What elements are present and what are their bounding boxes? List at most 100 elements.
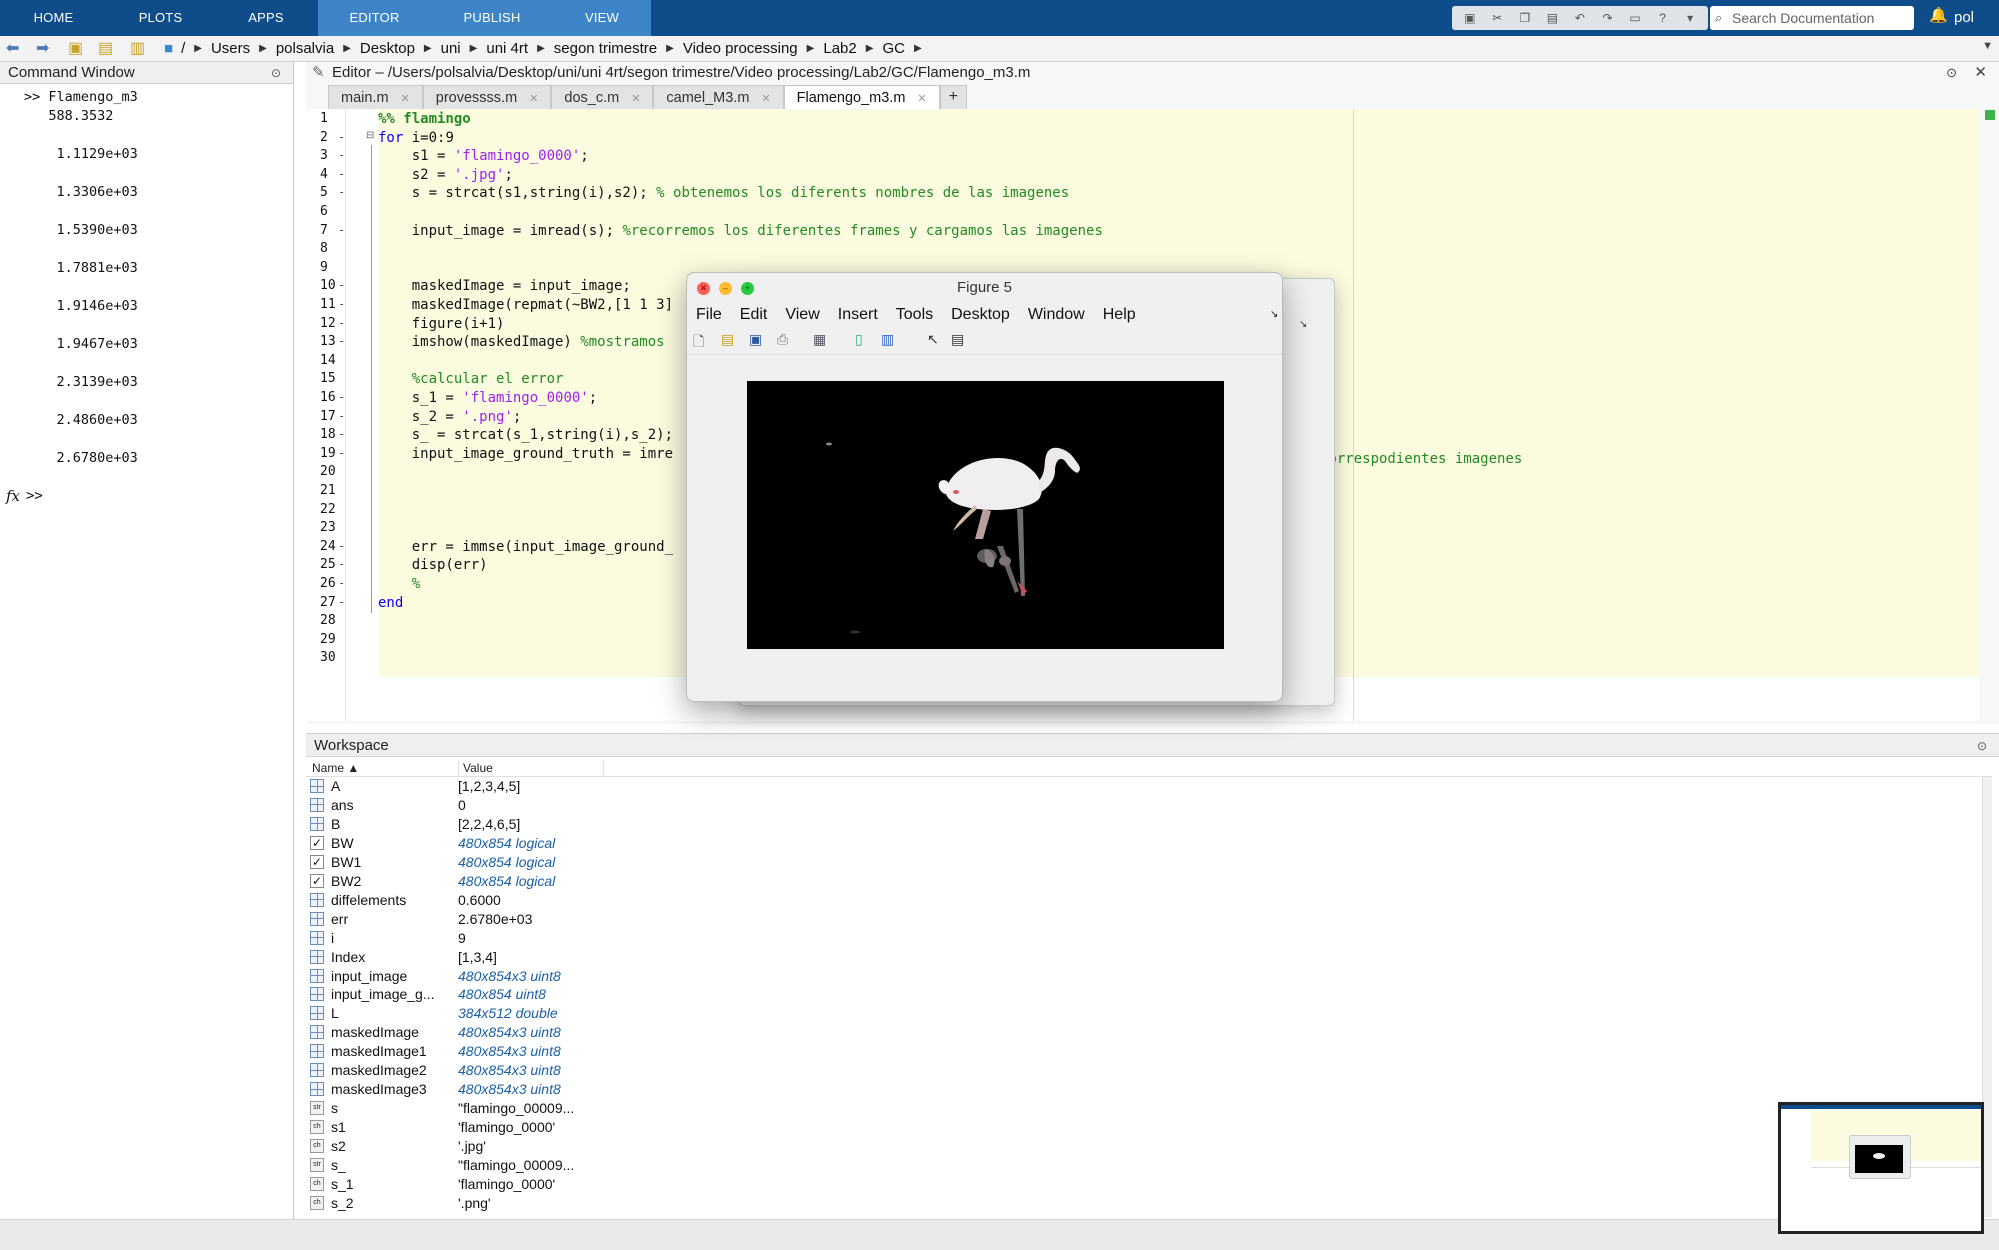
new-tab-button[interactable]: +: [939, 85, 967, 109]
close-tab-icon[interactable]: ✕: [631, 93, 640, 105]
code-line[interactable]: s = strcat(s1,string(i),s2); % obtenemos…: [378, 185, 1069, 201]
paste-icon[interactable]: ▤: [1542, 11, 1562, 25]
breadcrumb-item[interactable]: Desktop: [360, 40, 415, 57]
zoom-window-button[interactable]: +: [741, 282, 754, 295]
minimize-window-button[interactable]: –: [719, 282, 732, 295]
breakpoint-marker[interactable]: -: [338, 409, 345, 423]
code-line[interactable]: for i=0:9: [378, 130, 454, 146]
code-line[interactable]: end: [378, 595, 403, 611]
menu-file[interactable]: File: [687, 303, 731, 327]
breakpoint-marker[interactable]: -: [338, 223, 345, 237]
code-line[interactable]: imshow(maskedImage) %mostramos: [378, 334, 665, 350]
workspace-row[interactable]: ✓ BW2 480x854 logical: [306, 872, 1006, 891]
workspace-row[interactable]: ch s2 '.jpg': [306, 1137, 1006, 1156]
menu-view[interactable]: View: [776, 303, 828, 327]
breakpoint-marker[interactable]: -: [338, 167, 345, 181]
back-arrow-icon[interactable]: ⬅: [6, 38, 19, 58]
image-axes[interactable]: [747, 381, 1224, 649]
breakpoint-marker[interactable]: -: [338, 557, 345, 571]
tab-plots[interactable]: PLOTS: [107, 0, 214, 36]
close-tab-icon[interactable]: ✕: [917, 93, 926, 105]
close-icon[interactable]: ✕: [1974, 62, 1987, 84]
workspace-row[interactable]: maskedImage3 480x854x3 uint8: [306, 1080, 1006, 1099]
workspace-row[interactable]: i9: [306, 929, 1006, 948]
find-folder-icon[interactable]: ▥: [130, 38, 145, 58]
legend-icon[interactable]: ▥: [881, 331, 894, 348]
tab-home[interactable]: HOME: [0, 0, 107, 36]
tab-publish[interactable]: PUBLISH: [431, 0, 553, 36]
workspace-row[interactable]: Index [1,3,4]: [306, 948, 1006, 967]
menu-help[interactable]: Help: [1094, 303, 1145, 327]
code-line[interactable]: %: [378, 576, 420, 592]
editor-tab[interactable]: dos_c.m ✕: [551, 85, 654, 109]
colorbar-icon[interactable]: ▯: [855, 331, 863, 348]
code-analyzer-ok-icon[interactable]: [1985, 110, 1995, 120]
breakpoint-marker[interactable]: -: [338, 390, 345, 404]
menu-tools[interactable]: Tools: [887, 303, 942, 327]
close-tab-icon[interactable]: ✕: [529, 93, 538, 105]
cut-icon[interactable]: ✂: [1487, 11, 1507, 25]
new-figure-icon[interactable]: 🗋: [693, 331, 704, 355]
breadcrumb-item[interactable]: Lab2: [823, 40, 856, 57]
panel-options-icon[interactable]: ⊙: [1946, 62, 1957, 84]
workspace-row[interactable]: ch s_1 'flamingo_0000': [306, 1175, 1006, 1194]
breakpoint-marker[interactable]: -: [338, 185, 345, 199]
workspace-row[interactable]: diffelements 0.6000: [306, 891, 1006, 910]
breakpoint-marker[interactable]: -: [338, 316, 345, 330]
column-header-value[interactable]: Value: [458, 761, 604, 775]
workspace-row[interactable]: input_image 480x854x3 uint8: [306, 967, 1006, 986]
code-line[interactable]: input_image_ground_truth = imre: [378, 446, 673, 462]
code-line[interactable]: s_2 = '.png';: [378, 409, 522, 425]
close-tab-icon[interactable]: ✕: [401, 93, 410, 105]
workspace-row[interactable]: L 384x512 double: [306, 1004, 1006, 1023]
breakpoint-marker[interactable]: -: [338, 427, 345, 441]
undo-icon[interactable]: ↶: [1570, 11, 1590, 25]
notification-bell-icon[interactable]: 🔔: [1929, 6, 1948, 24]
code-line[interactable]: err = immse(input_image_ground_: [378, 539, 673, 555]
menu-insert[interactable]: Insert: [829, 303, 887, 327]
tab-editor[interactable]: EDITOR: [318, 0, 431, 36]
breakpoint-marker[interactable]: -: [338, 130, 345, 144]
screenshot-thumbnail[interactable]: [1778, 1102, 1984, 1234]
close-window-button[interactable]: ✕: [697, 282, 710, 295]
code-line[interactable]: %calcular el error: [378, 371, 564, 387]
code-line[interactable]: disp(err): [378, 557, 488, 573]
menu-window[interactable]: Window: [1019, 303, 1094, 327]
workspace-row[interactable]: maskedImage 480x854x3 uint8: [306, 1023, 1006, 1042]
editor-tab[interactable]: main.m ✕: [328, 85, 423, 109]
code-line[interactable]: figure(i+1): [378, 316, 505, 332]
close-tab-icon[interactable]: ✕: [761, 93, 770, 105]
code-line[interactable]: maskedImage = input_image;: [378, 278, 631, 294]
breakpoint-marker[interactable]: -: [338, 576, 345, 590]
user-menu[interactable]: pol: [1954, 9, 1974, 26]
editor-tab[interactable]: camel_M3.m ✕: [653, 85, 784, 109]
function-browser-icon[interactable]: fx: [6, 487, 20, 505]
code-line[interactable]: %% flamingo: [378, 111, 471, 127]
editor-tab[interactable]: provessss.m ✕: [422, 85, 552, 109]
tab-view[interactable]: VIEW: [553, 0, 651, 36]
code-line[interactable]: s_ = strcat(s_1,string(i),s_2);: [378, 427, 673, 443]
options-icon[interactable]: ▾: [1680, 11, 1700, 25]
workspace-row[interactable]: str s_ "flamingo_00009...: [306, 1156, 1006, 1175]
panel-options-icon[interactable]: ⊙: [1977, 734, 1987, 758]
breakpoint-marker[interactable]: -: [338, 148, 345, 162]
menu-edit[interactable]: Edit: [731, 303, 777, 327]
fold-collapse-icon[interactable]: ⊟: [366, 130, 374, 141]
code-line[interactable]: s1 = 'flamingo_0000';: [378, 148, 589, 164]
browse-folder-icon[interactable]: ▤: [98, 38, 113, 58]
workspace-row[interactable]: ✓ BW1 480x854 logical: [306, 853, 1006, 872]
workspace-row[interactable]: maskedImage1 480x854x3 uint8: [306, 1042, 1006, 1061]
chevron-down-icon[interactable]: ▼: [1982, 40, 1993, 52]
code-line[interactable]: s_1 = 'flamingo_0000';: [378, 390, 597, 406]
breadcrumb-item[interactable]: segon trimestre: [554, 40, 657, 57]
help-icon[interactable]: ?: [1653, 11, 1673, 25]
column-header-name[interactable]: Name ▲: [312, 761, 359, 775]
editor-tab-active[interactable]: Flamengo_m3.m ✕: [783, 85, 940, 109]
figure-window[interactable]: ✕ – + Figure 5 File Edit View Insert Too…: [686, 272, 1283, 702]
tab-apps[interactable]: APPS: [214, 0, 318, 36]
command-window[interactable]: Command Window ⊙ >> Flamengo_m3 588.3532…: [0, 62, 294, 1219]
code-line[interactable]: input_image = imread(s); %recorremos los…: [378, 223, 1103, 239]
search-documentation-input[interactable]: ⌕ Search Documentation: [1710, 6, 1914, 30]
up-folder-icon[interactable]: ▣: [68, 38, 83, 58]
save-icon[interactable]: ▣: [1460, 11, 1480, 25]
